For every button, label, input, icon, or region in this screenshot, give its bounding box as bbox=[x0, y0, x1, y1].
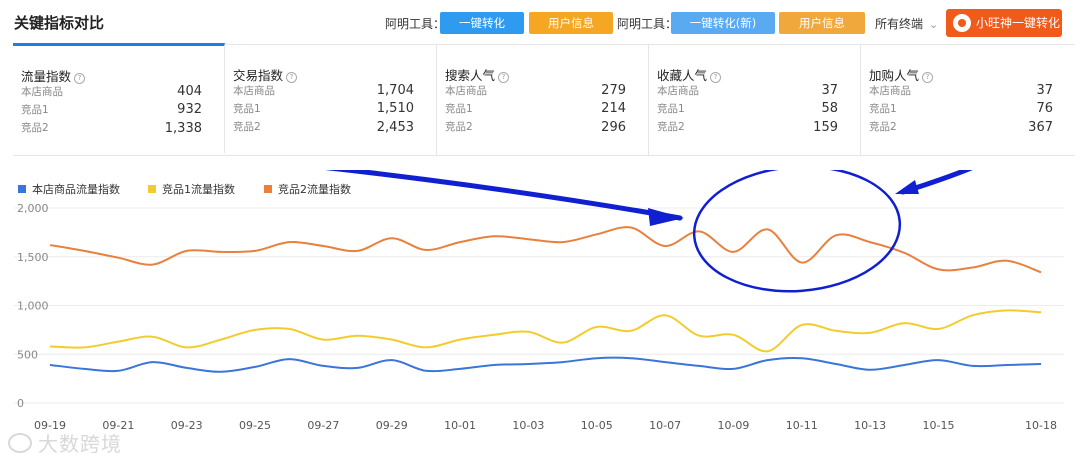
row-label: 竞品1 bbox=[445, 103, 473, 115]
x-tick-label: 10-11 bbox=[786, 419, 818, 432]
promo-button-label: 小旺神一键转化 bbox=[976, 16, 1061, 30]
help-icon[interactable]: ? bbox=[710, 72, 722, 83]
watermark-logo-icon bbox=[8, 433, 32, 453]
row-label: 竞品1 bbox=[21, 104, 49, 116]
y-tick-label: 0 bbox=[17, 397, 24, 410]
metric-title: 流量指数? bbox=[21, 66, 86, 85]
help-icon[interactable]: ? bbox=[498, 72, 510, 83]
row-label: 竞品2 bbox=[657, 121, 685, 133]
metric-title-text: 加购人气 bbox=[869, 68, 920, 83]
traffic-chart: 本店商品流量指数 竞品1流量指数 竞品2流量指数 2,000 1,500 1,000… bbox=[0, 170, 1080, 461]
help-icon[interactable]: ? bbox=[922, 72, 934, 83]
row-label: 竞品2 bbox=[869, 121, 897, 133]
row-value: 2,453 bbox=[376, 120, 414, 135]
metric-title-text: 搜索人气 bbox=[445, 68, 496, 83]
series-line-own bbox=[49, 356, 1042, 373]
x-tick-label: 10-18 bbox=[1025, 419, 1057, 432]
row-value: 76 bbox=[1036, 101, 1053, 116]
header-bar: 关键指标对比 阿明工具： 一键转化 用户信息 阿明工具： 一键转化(新) 用户信… bbox=[0, 0, 1080, 44]
metric-title: 交易指数? bbox=[233, 65, 298, 84]
metric-card-cart[interactable]: 加购人气? 本店商品 37 竞品1 76 竞品2 367 bbox=[861, 45, 1075, 155]
x-tick-label: 09-29 bbox=[376, 419, 408, 432]
metric-title-text: 交易指数 bbox=[233, 68, 284, 83]
metric-card-trade[interactable]: 交易指数? 本店商品 1,704 竞品1 1,510 竞品2 2,453 bbox=[225, 45, 437, 155]
row-label: 竞品2 bbox=[445, 121, 473, 133]
y-tick-label: 500 bbox=[17, 348, 38, 361]
metric-title-text: 流量指数 bbox=[21, 69, 72, 84]
row-value: 279 bbox=[601, 83, 626, 98]
row-label: 本店商品 bbox=[233, 85, 275, 97]
help-icon[interactable]: ? bbox=[74, 73, 86, 84]
x-tick-label: 10-15 bbox=[922, 419, 954, 432]
row-value: 1,704 bbox=[376, 83, 414, 98]
row-label: 本店商品 bbox=[21, 86, 63, 98]
x-tick-label: 10-03 bbox=[512, 419, 544, 432]
chevron-down-icon: ⌄ bbox=[929, 18, 939, 31]
chart-canvas: 2,0001,5001,000500009-19 09-21 09-23 09-25 0… bbox=[14, 170, 1064, 432]
promo-convert-button[interactable]: 小旺神一键转化 bbox=[946, 9, 1062, 37]
row-value: 1,338 bbox=[164, 121, 202, 136]
convert-button[interactable]: 一键转化 bbox=[440, 12, 524, 34]
tool-label-2: 阿明工具： bbox=[617, 17, 678, 31]
row-value: 367 bbox=[1028, 120, 1053, 135]
terminal-select-label: 所有终端 bbox=[875, 17, 924, 31]
y-tick-label: 1,500 bbox=[17, 251, 49, 264]
metric-title: 搜索人气? bbox=[445, 65, 510, 84]
terminal-select[interactable]: 所有终端 ⌄ bbox=[875, 15, 938, 32]
row-label: 竞品2 bbox=[21, 122, 49, 134]
x-tick-label: 09-27 bbox=[307, 419, 339, 432]
annotation-arrow-line bbox=[324, 170, 683, 221]
row-label: 本店商品 bbox=[445, 85, 487, 97]
userinfo-button-2[interactable]: 用户信息 bbox=[779, 12, 865, 34]
metric-title: 加购人气? bbox=[869, 65, 934, 84]
row-label: 竞品1 bbox=[657, 103, 685, 115]
x-tick-label: 10-05 bbox=[581, 419, 613, 432]
x-tick-label: 09-25 bbox=[239, 419, 271, 432]
x-tick-label: 10-13 bbox=[854, 419, 886, 432]
annotation-circle bbox=[692, 170, 902, 293]
row-label: 本店商品 bbox=[869, 85, 911, 97]
xiaowangshen-logo-icon bbox=[953, 14, 971, 32]
metric-title: 收藏人气? bbox=[657, 65, 722, 84]
row-value: 58 bbox=[821, 101, 838, 116]
row-label: 竞品1 bbox=[233, 103, 261, 115]
row-value: 1,510 bbox=[376, 101, 414, 116]
row-value: 932 bbox=[177, 102, 202, 117]
metric-card-search[interactable]: 搜索人气? 本店商品 279 竞品1 214 竞品2 296 bbox=[437, 45, 649, 155]
row-value: 37 bbox=[821, 83, 838, 98]
row-value: 159 bbox=[813, 120, 838, 135]
series-line-competitor1 bbox=[49, 309, 1042, 353]
row-label: 竞品1 bbox=[869, 103, 897, 115]
metric-card-favorites[interactable]: 收藏人气? 本店商品 37 竞品1 58 竞品2 159 bbox=[649, 45, 861, 155]
row-label: 竞品2 bbox=[233, 121, 261, 133]
row-value: 37 bbox=[1036, 83, 1053, 98]
help-icon[interactable]: ? bbox=[286, 72, 298, 83]
metric-title-text: 收藏人气 bbox=[657, 68, 708, 83]
annotation-arrowhead-right bbox=[895, 180, 919, 194]
x-tick-label: 10-01 bbox=[444, 419, 476, 432]
userinfo-button[interactable]: 用户信息 bbox=[529, 12, 613, 34]
row-label: 本店商品 bbox=[657, 85, 699, 97]
row-value: 214 bbox=[601, 101, 626, 116]
x-tick-label: 10-09 bbox=[717, 419, 749, 432]
watermark: 大数跨境 bbox=[8, 428, 122, 457]
tool-label-1: 阿明工具： bbox=[385, 17, 446, 31]
y-tick-label: 2,000 bbox=[17, 202, 49, 215]
y-tick-label: 1,000 bbox=[17, 300, 49, 313]
annotation-arrowhead bbox=[648, 208, 684, 226]
x-tick-label: 10-07 bbox=[649, 419, 681, 432]
page-title: 关键指标对比 bbox=[14, 14, 105, 32]
row-value: 404 bbox=[177, 84, 202, 99]
x-tick-label: 09-23 bbox=[171, 419, 203, 432]
metric-cards: 流量指数? 本店商品 404 竞品1 932 竞品2 1,338 交易指数? 本… bbox=[13, 43, 1075, 156]
row-value: 296 bbox=[601, 120, 626, 135]
convert-new-button[interactable]: 一键转化(新) bbox=[671, 12, 775, 34]
metric-card-traffic[interactable]: 流量指数? 本店商品 404 竞品1 932 竞品2 1,338 bbox=[13, 43, 225, 153]
